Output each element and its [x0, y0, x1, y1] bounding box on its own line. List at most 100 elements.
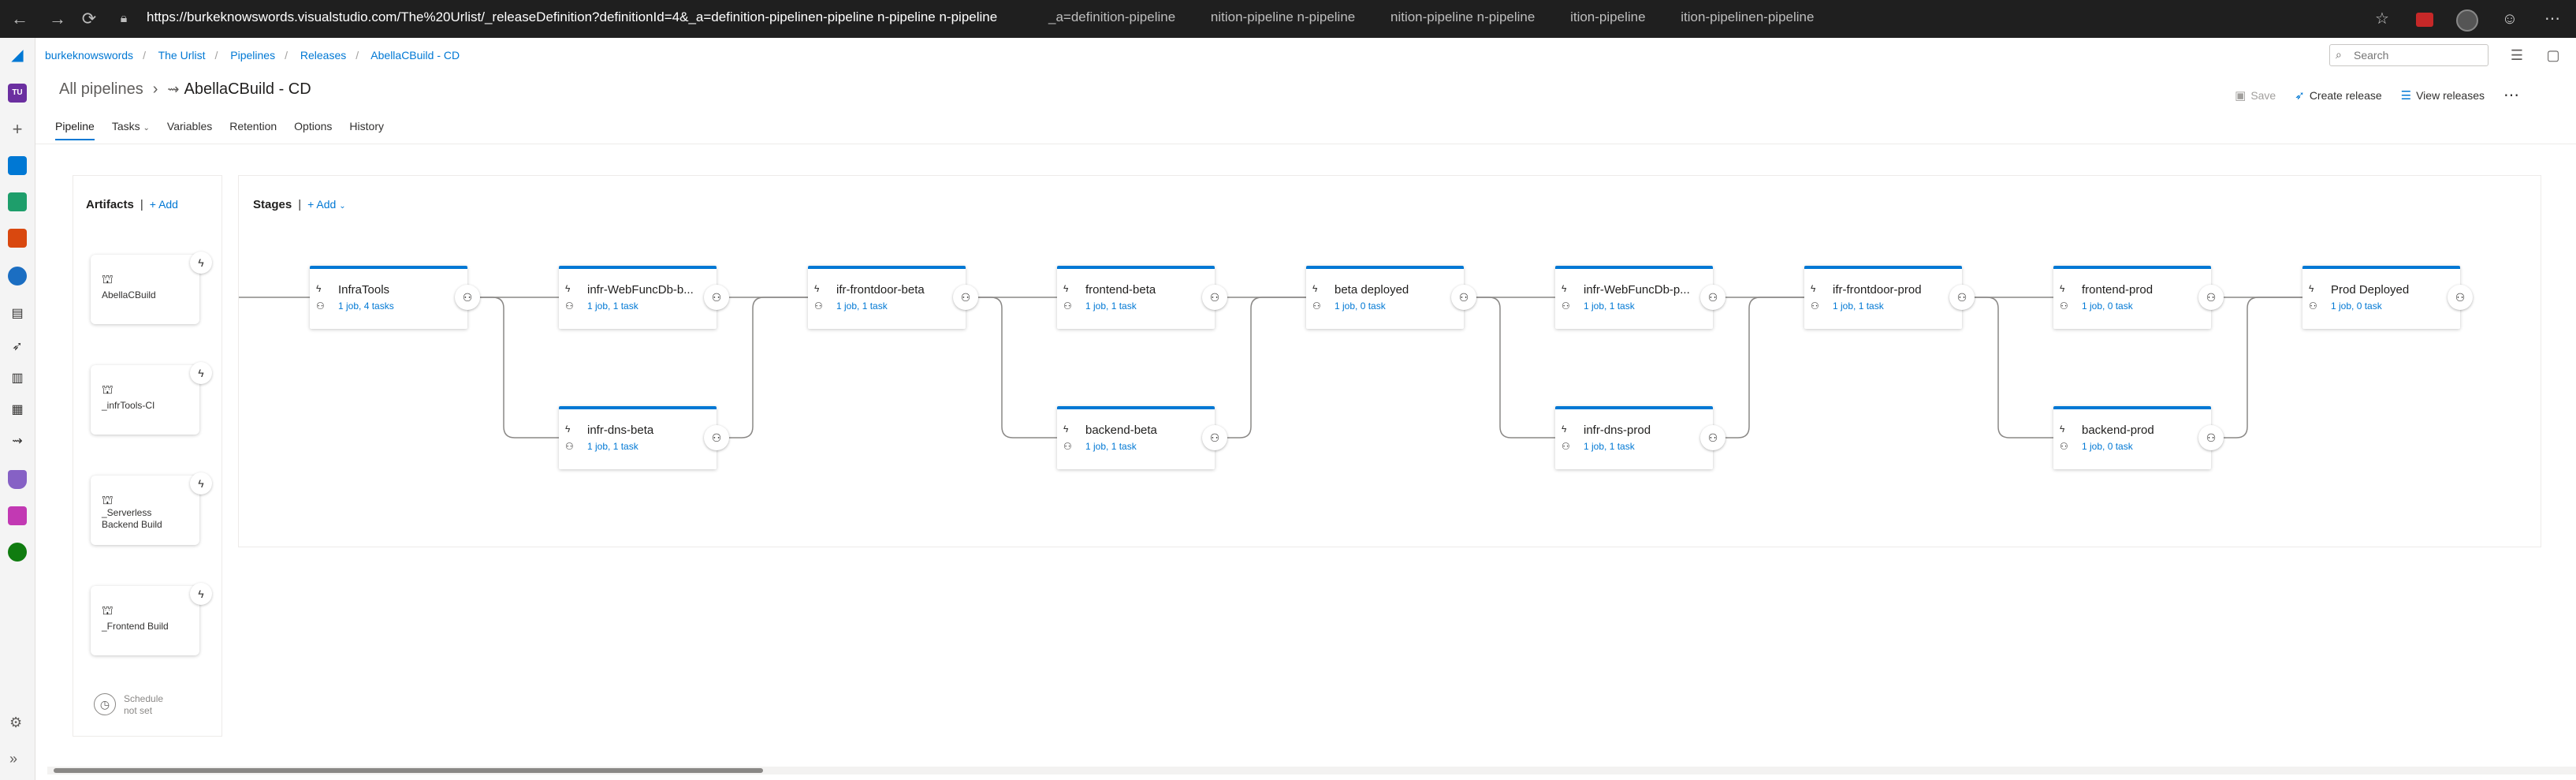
- pre-approvers-person-icon[interactable]: ⚇: [2060, 300, 2068, 312]
- shopping-bag-icon[interactable]: ▢: [2544, 46, 2563, 65]
- stage-card[interactable]: ϟ ⚇ Prod Deployed 1 job, 0 task: [2302, 266, 2460, 329]
- stage-card[interactable]: ϟ ⚇ ifr-frontdoor-beta 1 job, 1 task: [808, 266, 966, 329]
- post-approvers-person-icon[interactable]: ⚇: [704, 285, 729, 310]
- pre-deployment-conditions-icon[interactable]: ϟ: [1063, 283, 1068, 294]
- post-approvers-person-icon[interactable]: ⚇: [1202, 425, 1227, 450]
- refresh-icon[interactable]: ⟳: [77, 9, 101, 28]
- search-box[interactable]: ⌕: [2329, 44, 2489, 66]
- overview-icon[interactable]: [8, 156, 27, 175]
- test-plans-icon[interactable]: [8, 470, 27, 489]
- stage-card[interactable]: ϟ ⚇ ifr-frontdoor-prod 1 job, 1 task: [1804, 266, 1962, 329]
- profile-icon[interactable]: [2456, 8, 2478, 32]
- add-stage-button[interactable]: + Add ⌄: [307, 198, 346, 211]
- pre-approvers-person-icon[interactable]: ⚇: [1811, 300, 1819, 312]
- add-artifact-button[interactable]: + Add: [150, 198, 178, 211]
- breadcrumb-project[interactable]: The Urlist: [158, 49, 206, 62]
- stage-tasks-link[interactable]: 1 job, 0 task: [2082, 300, 2133, 312]
- task-groups-icon[interactable]: ▦: [8, 401, 27, 420]
- post-approvers-person-icon[interactable]: ⚇: [2448, 285, 2473, 310]
- post-approvers-person-icon[interactable]: ⚇: [1451, 285, 1476, 310]
- tab-pipeline[interactable]: Pipeline: [55, 117, 95, 140]
- pre-approvers-person-icon[interactable]: ⚇: [1312, 300, 1321, 312]
- breadcrumb-pipelines[interactable]: Pipelines: [230, 49, 275, 62]
- tab-tasks[interactable]: Tasks ⌄: [112, 117, 150, 140]
- view-releases-button[interactable]: ☰ View releases: [2401, 88, 2485, 103]
- pre-deployment-conditions-icon[interactable]: ϟ: [1562, 283, 1566, 294]
- ci-trigger-lightning-icon[interactable]: ϟ: [190, 362, 212, 384]
- stage-tasks-link[interactable]: 1 job, 0 task: [2331, 300, 2382, 312]
- plus-icon[interactable]: +: [8, 120, 27, 139]
- stage-tasks-link[interactable]: 1 job, 1 task: [1833, 300, 1884, 312]
- pre-deployment-conditions-icon[interactable]: ϟ: [2309, 283, 2314, 294]
- post-approvers-person-icon[interactable]: ⚇: [1700, 425, 1725, 450]
- pre-deployment-conditions-icon[interactable]: ϟ: [1063, 424, 1068, 435]
- rocket-icon[interactable]: ➶: [8, 338, 27, 356]
- pre-deployment-conditions-icon[interactable]: ϟ: [565, 424, 570, 435]
- artifact-card[interactable]: ⛫ AbellaCBuild: [91, 255, 199, 324]
- more-actions-icon[interactable]: ⋯: [2503, 85, 2519, 105]
- pre-deployment-conditions-icon[interactable]: ϟ: [2060, 283, 2064, 294]
- stage-tasks-link[interactable]: 1 job, 1 task: [836, 300, 888, 312]
- breadcrumb-releases[interactable]: Releases: [300, 49, 346, 62]
- breadcrumb-definition[interactable]: AbellaCBuild - CD: [370, 49, 460, 62]
- pre-deployment-conditions-icon[interactable]: ϟ: [2060, 424, 2064, 435]
- pre-deployment-conditions-icon[interactable]: ϟ: [1312, 283, 1317, 294]
- pre-approvers-person-icon[interactable]: ⚇: [565, 441, 574, 452]
- stage-card[interactable]: ϟ ⚇ infr-dns-prod 1 job, 1 task: [1555, 406, 1713, 469]
- project-avatar-icon[interactable]: TU: [8, 84, 27, 103]
- stage-card[interactable]: ϟ ⚇ infr-WebFuncDb-p... 1 job, 1 task: [1555, 266, 1713, 329]
- page-title[interactable]: AbellaCBuild - CD: [184, 80, 311, 98]
- ci-trigger-lightning-icon[interactable]: ϟ: [190, 472, 212, 494]
- stage-tasks-link[interactable]: 1 job, 0 task: [1335, 300, 1386, 312]
- ci-trigger-lightning-icon[interactable]: ϟ: [190, 252, 212, 274]
- ci-trigger-lightning-icon[interactable]: ϟ: [190, 583, 212, 605]
- stage-tasks-link[interactable]: 1 job, 1 task: [587, 441, 638, 452]
- save-button[interactable]: ▣ Save: [2235, 88, 2276, 103]
- emoji-icon[interactable]: ☺: [2499, 8, 2521, 30]
- pre-approvers-person-icon[interactable]: ⚇: [1562, 441, 1570, 452]
- pre-deployment-conditions-icon[interactable]: ϟ: [1811, 283, 1815, 294]
- list-icon[interactable]: ☰: [2507, 46, 2526, 65]
- pre-deployment-conditions-icon[interactable]: ϟ: [814, 283, 819, 294]
- pre-approvers-person-icon[interactable]: ⚇: [565, 300, 574, 312]
- scrollbar-thumb[interactable]: [54, 768, 763, 773]
- post-approvers-person-icon[interactable]: ⚇: [704, 425, 729, 450]
- search-input[interactable]: [2352, 47, 2481, 64]
- pre-approvers-person-icon[interactable]: ⚇: [2060, 441, 2068, 452]
- tab-options[interactable]: Options: [294, 117, 332, 140]
- schedule-trigger[interactable]: ◷ Schedule not set: [94, 693, 179, 717]
- pre-approvers-person-icon[interactable]: ⚇: [1063, 300, 1072, 312]
- pre-approvers-person-icon[interactable]: ⚇: [1063, 441, 1072, 452]
- favorite-star-icon[interactable]: ☆: [2371, 8, 2393, 30]
- back-icon[interactable]: ←: [8, 9, 32, 28]
- releases-icon[interactable]: ⇝: [8, 432, 27, 451]
- stage-tasks-link[interactable]: 1 job, 1 task: [587, 300, 638, 312]
- browser-menu-icon[interactable]: ⋯: [2541, 8, 2563, 30]
- tab-variables[interactable]: Variables: [167, 117, 212, 140]
- pre-deployment-conditions-icon[interactable]: ϟ: [1562, 424, 1566, 435]
- collapse-icon[interactable]: »: [9, 751, 17, 767]
- pre-approvers-person-icon[interactable]: ⚇: [316, 300, 325, 312]
- post-approvers-person-icon[interactable]: ⚇: [2198, 285, 2224, 310]
- post-approvers-person-icon[interactable]: ⚇: [1202, 285, 1227, 310]
- create-release-button[interactable]: ➶ Create release: [2295, 88, 2381, 103]
- address-bar[interactable]: https://burkeknowswords.visualstudio.com…: [147, 9, 997, 25]
- post-approvers-person-icon[interactable]: ⚇: [1949, 285, 1975, 310]
- stage-card[interactable]: ϟ ⚇ frontend-prod 1 job, 0 task: [2053, 266, 2211, 329]
- library-icon[interactable]: ▥: [8, 369, 27, 388]
- tab-history[interactable]: History: [349, 117, 384, 140]
- artifact-card[interactable]: ⛫ _infrTools-CI: [91, 365, 199, 435]
- all-pipelines-link[interactable]: All pipelines: [59, 80, 143, 98]
- pre-approvers-person-icon[interactable]: ⚇: [1562, 300, 1570, 312]
- stage-card[interactable]: ϟ ⚇ backend-beta 1 job, 1 task: [1057, 406, 1215, 469]
- stage-card[interactable]: ϟ ⚇ infr-WebFuncDb-b... 1 job, 1 task: [559, 266, 717, 329]
- tab-retention[interactable]: Retention: [229, 117, 277, 140]
- post-approvers-person-icon[interactable]: ⚇: [1700, 285, 1725, 310]
- stage-card[interactable]: ϟ ⚇ frontend-beta 1 job, 1 task: [1057, 266, 1215, 329]
- stage-card[interactable]: ϟ ⚇ backend-prod 1 job, 0 task: [2053, 406, 2211, 469]
- security-icon[interactable]: [8, 543, 27, 562]
- stage-tasks-link[interactable]: 1 job, 1 task: [1584, 300, 1635, 312]
- pre-deployment-conditions-icon[interactable]: ϟ: [316, 283, 321, 294]
- post-approvers-person-icon[interactable]: ⚇: [953, 285, 978, 310]
- pipelines-icon[interactable]: [8, 267, 27, 286]
